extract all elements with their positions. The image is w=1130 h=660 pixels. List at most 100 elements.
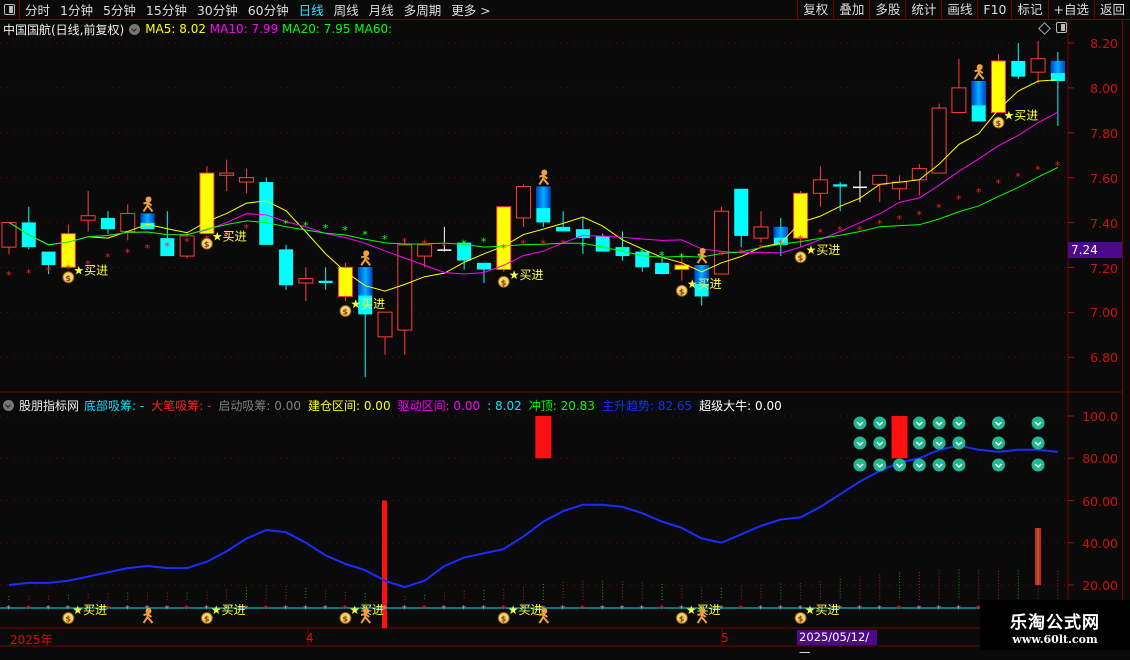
tab-period[interactable]: 月线	[364, 0, 399, 19]
money-bag-icon: $	[675, 284, 688, 297]
tab-period[interactable]: 周线	[329, 0, 364, 19]
svg-text:$: $	[342, 615, 348, 624]
sar-star: *	[422, 238, 428, 251]
indicator-values: 底部吸筹: - 大笔吸筹: - 启动吸筹: 0.00 建仓区间: 0.00 驱动区间: …	[84, 397, 789, 414]
candle-body	[318, 280, 333, 284]
check-icon	[853, 416, 867, 430]
candle-body	[259, 182, 274, 245]
signal-star: *	[758, 604, 763, 615]
check-icon	[853, 436, 867, 450]
chevron-down-icon[interactable]	[129, 23, 141, 35]
candle-highlight	[1050, 60, 1065, 74]
tab-period[interactable]: 日线	[294, 0, 329, 19]
indicator-tick: 40.00	[1082, 535, 1118, 551]
money-bag-icon: $	[339, 304, 352, 317]
candle-body	[41, 251, 56, 266]
indicator-value: 大笔吸筹: -	[151, 398, 212, 413]
svg-text:$: $	[65, 615, 71, 624]
main-legend: 中国国航(日线,前复权) MA5: 8.02 MA10: 7.99 MA20: …	[3, 21, 392, 37]
toolbar-button[interactable]: 统计	[905, 0, 941, 20]
toolbar: 分时 1分钟 5分钟 15分钟 30分钟 60分钟 日线 周线 月线 多周期 更多 > 复权 叠加 多股…	[0, 0, 1130, 20]
tab-period[interactable]: 更多 >	[446, 0, 495, 19]
buy-signal-label: ★买进	[806, 243, 841, 257]
toolbar-button[interactable]: 多股	[869, 0, 905, 20]
check-icon	[893, 458, 907, 472]
signal-star: *	[6, 604, 11, 615]
signal-star: *	[936, 604, 941, 615]
signal-star: *	[778, 604, 783, 615]
toolbar-button[interactable]: 标记	[1011, 0, 1047, 20]
ma10-label: MA10: 7.99	[209, 22, 279, 36]
time-label: 5	[721, 631, 729, 645]
panel-toggle-icon[interactable]	[1056, 22, 1067, 33]
sar-star: *	[521, 238, 527, 251]
candle-body	[516, 186, 532, 219]
window-toggle-button[interactable]	[0, 0, 20, 20]
tab-period[interactable]: 5分钟	[98, 0, 141, 19]
sar-star: *	[105, 251, 111, 264]
signal-star: *	[738, 604, 743, 615]
tab-period[interactable]: 1分钟	[55, 0, 98, 19]
sar-star: *	[639, 247, 645, 260]
check-icon	[853, 458, 867, 472]
sar-star: *	[956, 193, 962, 206]
sar-star: *	[659, 249, 665, 262]
check-icon	[873, 436, 887, 450]
sar-star: *	[916, 208, 922, 221]
sar-star: *	[580, 240, 586, 253]
chart-canvas[interactable]: * * * * * * * * * * * * * * * * * * * * * * * * * * * * * * * * * * * * * * * *…	[0, 0, 1130, 650]
signal-star: *	[422, 604, 427, 615]
candle-body	[1, 221, 17, 248]
indicator-tick: 60.00	[1082, 493, 1118, 509]
chevron-down-icon[interactable]	[3, 399, 14, 411]
sar-star: *	[1035, 164, 1041, 177]
toolbar-button[interactable]: 返回	[1093, 0, 1130, 20]
tab-period[interactable]: 15分钟	[141, 0, 192, 19]
signal-star: *	[619, 604, 624, 615]
sar-star: *	[362, 229, 368, 242]
sar-star: *	[817, 226, 823, 239]
candle-body	[1030, 58, 1046, 73]
toolbar-button[interactable]: 叠加	[833, 0, 869, 20]
candle-body	[734, 188, 749, 236]
indicator-name: 股朋指标网	[19, 398, 80, 413]
price-tick: 7.20	[1090, 260, 1118, 276]
sar-star: *	[402, 235, 408, 248]
check-icon	[992, 416, 1005, 430]
tab-period[interactable]: 30分钟	[192, 0, 243, 19]
sar-star: *	[6, 269, 12, 282]
sar-star: *	[26, 267, 32, 280]
sar-star: *	[679, 251, 685, 264]
sar-star: *	[441, 240, 447, 253]
signal-star: *	[639, 604, 644, 615]
toolbar-right-buttons: 复权 叠加 多股 统计 画线 F10 标记 +自选 返回	[797, 0, 1130, 20]
indicator-value: : 8.02	[487, 398, 522, 413]
signal-star: *	[897, 604, 902, 615]
toolbar-button[interactable]: 画线	[941, 0, 977, 20]
indicator-value: 驱动区间: 0.00	[397, 398, 481, 413]
candle-body	[476, 262, 491, 270]
buy-signal-label: ★买进	[350, 297, 385, 311]
toolbar-button[interactable]: +自选	[1047, 0, 1094, 20]
tab-period[interactable]: 多周期	[399, 0, 447, 19]
sar-star: *	[897, 213, 903, 226]
tab-period[interactable]: 分时	[20, 0, 55, 19]
candle-body	[496, 206, 512, 271]
indicator-tick: 100.0	[1082, 409, 1118, 424]
sar-star: *	[798, 233, 804, 246]
sar-star: *	[877, 217, 883, 230]
price-tick: 8.00	[1090, 80, 1118, 96]
check-icon	[912, 416, 926, 430]
price-tick: 7.60	[1090, 170, 1118, 186]
signal-star: *	[481, 604, 486, 615]
candle-highlight	[971, 81, 986, 106]
right-side-panel[interactable]	[1122, 20, 1130, 650]
runner-icon	[538, 169, 550, 186]
toolbar-button[interactable]: 复权	[797, 0, 833, 20]
toolbar-button[interactable]: F10	[977, 0, 1011, 20]
sar-star: *	[46, 265, 52, 278]
buy-signal-label: ★买进	[73, 263, 108, 277]
signal-star: *	[441, 604, 446, 615]
sar-star: *	[837, 224, 843, 237]
tab-period[interactable]: 60分钟	[243, 0, 294, 19]
